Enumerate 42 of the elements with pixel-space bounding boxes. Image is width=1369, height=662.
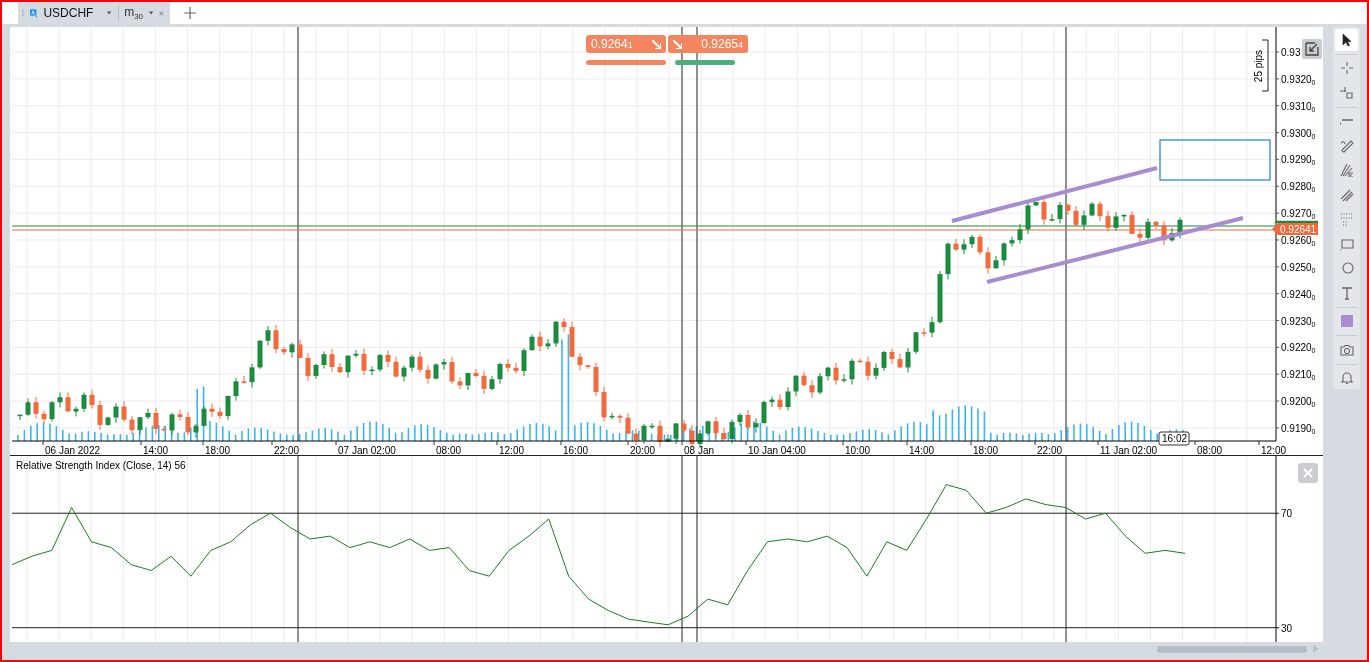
- time-label: 18:00: [205, 445, 231, 455]
- time-label: 22:00: [1037, 445, 1063, 455]
- time-label: 08 Jan: [684, 445, 715, 455]
- price-label: 0.9320$_{0}$: [1281, 73, 1316, 86]
- current-price-tag: 0.92641: [1272, 223, 1318, 235]
- price-label: 0.9250$_{0}$: [1281, 261, 1316, 274]
- price-label: 0.9290$_{0}$: [1281, 154, 1316, 167]
- price-label: 0.9210$_{0}$: [1281, 369, 1316, 382]
- time-label: 10 Jan 04:00: [748, 445, 806, 455]
- timeframe-label[interactable]: m$_{30}$: [124, 4, 144, 22]
- price-label: 0.9270$_{0}$: [1281, 208, 1316, 221]
- time-label: 18:00: [973, 445, 999, 455]
- time-label: 14:00: [909, 445, 935, 455]
- price-label: 0.9300$_{0}$: [1281, 127, 1316, 140]
- symbol-name: USDCHF: [43, 6, 94, 20]
- time-label: 22:00: [274, 445, 300, 455]
- time-label: 20:00: [630, 445, 656, 455]
- price-label: 0.9190$_{0}$: [1281, 422, 1316, 435]
- time-label: 16:00: [563, 445, 589, 455]
- time-label: 08:00: [436, 445, 462, 455]
- price-label: 0.9230$_{0}$: [1281, 315, 1316, 328]
- price-label: 0.93: [1281, 47, 1301, 58]
- price-label: 0.9280$_{0}$: [1281, 181, 1316, 194]
- pips-label: 25 pips: [1253, 49, 1264, 83]
- time-label: 07 Jan 02:00: [338, 445, 396, 455]
- price-label: 0.9220$_{0}$: [1281, 342, 1316, 355]
- price-label: 0.9240$_{0}$: [1281, 288, 1316, 301]
- symbol-tab[interactable]: USDCHF m$_{30}$: [18, 2, 170, 24]
- time-label: 10:00: [845, 445, 871, 455]
- price-label: 0.9260$_{0}$: [1281, 234, 1316, 247]
- time-label: 06 Jan 2022: [45, 445, 101, 455]
- time-label: 11 Jan 02:00: [1100, 445, 1158, 455]
- time-label: 08:00: [1197, 445, 1223, 455]
- price-label: 0.9310$_{0}$: [1281, 100, 1316, 113]
- price-label: 0.9200$_{0}$: [1281, 396, 1316, 409]
- cursor-time: 16:02: [1158, 431, 1190, 446]
- indicator-title: Relative Strength Index (Close, 14) 56: [16, 460, 186, 471]
- time-label: 12:00: [499, 445, 525, 455]
- time-label: 14:00: [143, 445, 169, 455]
- rsi-level-label: 70: [1281, 508, 1293, 520]
- rsi-level-label: 30: [1281, 622, 1293, 634]
- time-label: 12:00: [1261, 445, 1287, 455]
